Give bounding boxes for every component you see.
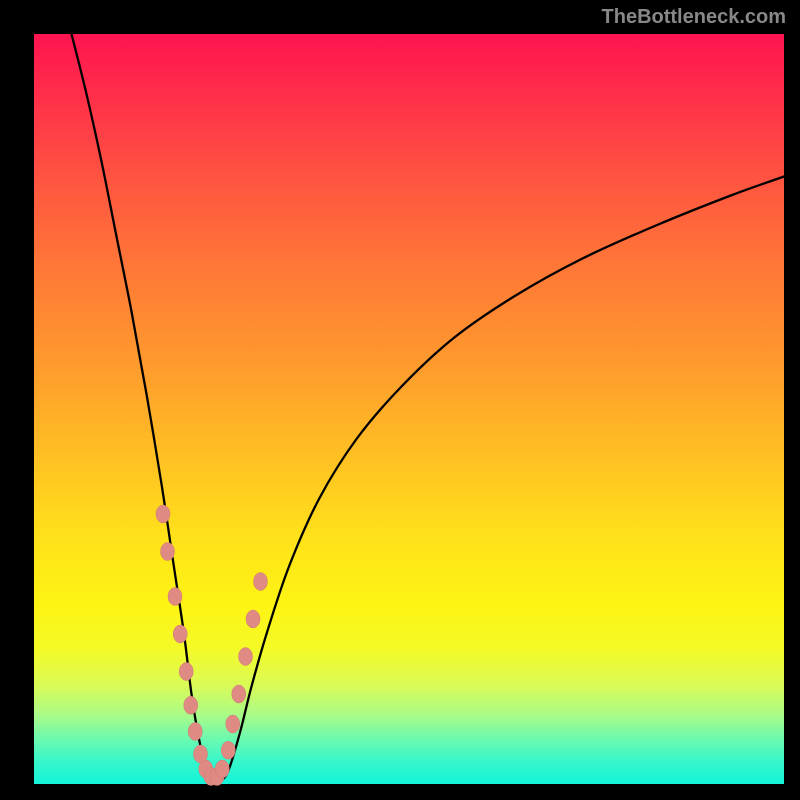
watermark-text: TheBottleneck.com	[602, 6, 786, 29]
plot-area	[34, 34, 784, 784]
chart-stage: TheBottleneck.com	[0, 0, 800, 800]
